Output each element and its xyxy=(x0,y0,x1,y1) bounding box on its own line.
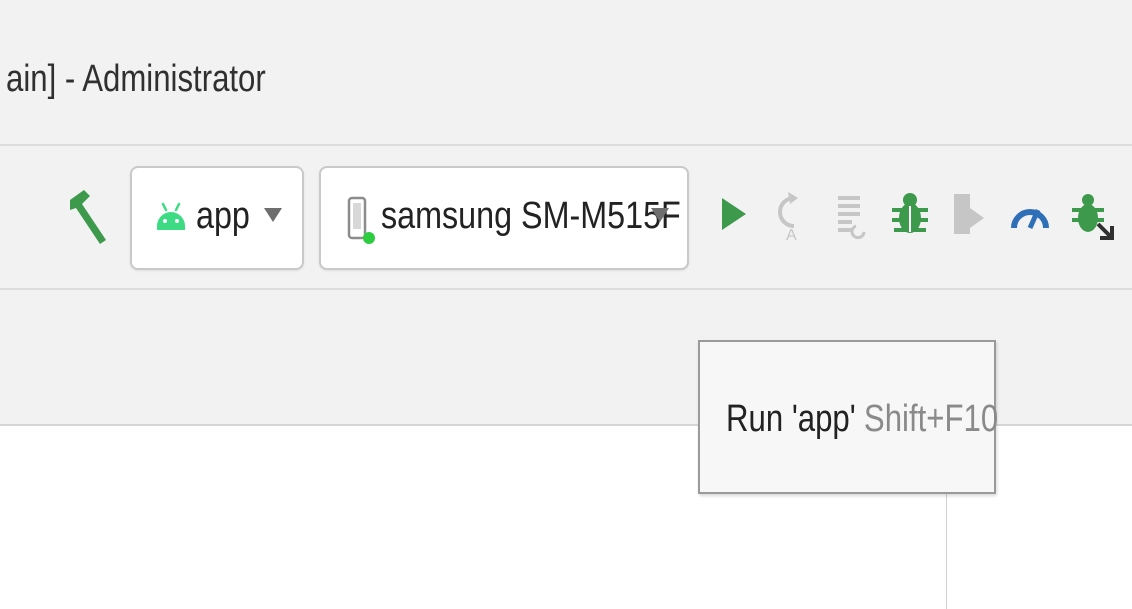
tooltip-shortcut: Shift+F10 xyxy=(863,398,999,440)
tooltip-action: Run 'app' xyxy=(726,398,856,440)
title-bar: ain] - Administrator xyxy=(0,0,1132,146)
run-configuration-dropdown[interactable]: app xyxy=(130,166,304,270)
apply-code-changes-icon[interactable] xyxy=(832,184,876,244)
device-selector-dropdown[interactable]: samsung SM-M515F xyxy=(319,166,689,270)
svg-text:A: A xyxy=(786,227,797,244)
android-icon xyxy=(157,202,185,230)
chevron-down-icon xyxy=(651,208,669,222)
main-toolbar: app samsung SM-M515F A xyxy=(0,146,1132,290)
profiler-icon[interactable] xyxy=(1008,184,1052,244)
android-studio-window: ain] - Administrator app samsung SM-M515… xyxy=(0,0,1132,609)
run-tooltip: Run 'app' Shift+F10 xyxy=(698,340,998,494)
run-with-coverage-icon[interactable] xyxy=(948,184,992,244)
run-configuration-label: app xyxy=(196,195,250,237)
window-title: ain] - Administrator xyxy=(6,58,266,100)
attach-debugger-icon[interactable] xyxy=(1070,184,1114,244)
chevron-down-icon xyxy=(264,208,282,222)
apply-changes-restart-icon[interactable]: A xyxy=(766,184,810,244)
run-icon[interactable] xyxy=(712,184,756,244)
tooltip-text: Run 'app' Shift+F10 xyxy=(726,400,998,438)
debug-icon[interactable] xyxy=(888,184,932,244)
phone-icon xyxy=(347,196,375,244)
hammer-icon[interactable] xyxy=(62,186,112,246)
device-label: samsung SM-M515F xyxy=(381,195,681,237)
